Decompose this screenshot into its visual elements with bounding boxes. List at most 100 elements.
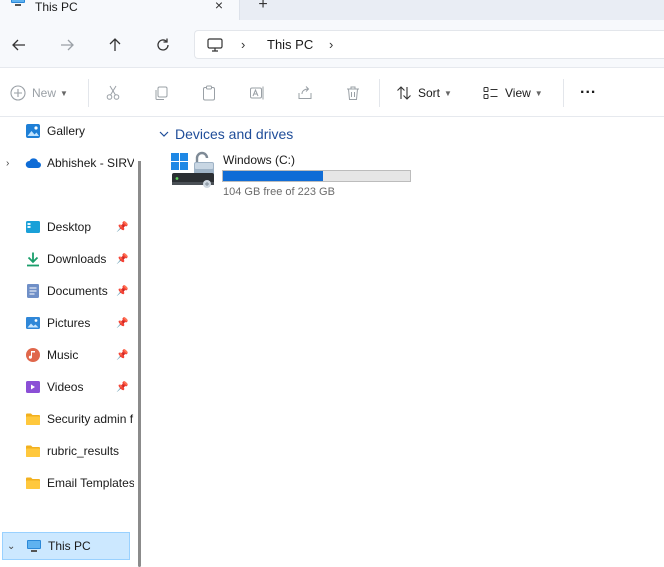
navigation-pane: Gallery › Abhishek - SIRV Desktop 📌 Down… bbox=[0, 117, 142, 567]
command-bar: New ▼ Sort ▼ View ▼ ... bbox=[0, 69, 664, 117]
sidebar-item-security-admin[interactable]: Security admin f bbox=[0, 405, 134, 433]
tab-title: This PC bbox=[35, 0, 78, 14]
close-tab-icon[interactable]: × bbox=[212, 0, 226, 12]
desktop-icon bbox=[25, 219, 41, 235]
sort-button[interactable]: Sort ▼ bbox=[396, 83, 452, 103]
documents-icon bbox=[25, 283, 41, 299]
folder-icon bbox=[25, 475, 41, 491]
copy-button[interactable] bbox=[153, 83, 169, 103]
drive-free-space: 104 GB free of 223 GB bbox=[223, 186, 335, 198]
pictures-icon bbox=[25, 315, 41, 331]
breadcrumb-chevron-icon[interactable]: › bbox=[329, 37, 333, 52]
this-pc-icon bbox=[11, 0, 25, 6]
refresh-icon bbox=[157, 38, 169, 51]
more-options-button[interactable]: ... bbox=[580, 79, 596, 99]
new-label: New bbox=[32, 86, 57, 100]
tab-this-pc[interactable]: This PC × bbox=[0, 0, 240, 20]
sort-icon bbox=[397, 86, 411, 100]
address-toolbar: › This PC › bbox=[0, 20, 664, 68]
drive-item-c[interactable]: Windows (C:) 104 GB free of 223 GB bbox=[170, 150, 420, 198]
share-button[interactable] bbox=[297, 83, 313, 103]
sidebar-item-label: Videos bbox=[47, 380, 84, 394]
chevron-down-icon: ▼ bbox=[444, 88, 452, 98]
sort-label: Sort bbox=[418, 86, 441, 100]
sidebar-item-this-pc[interactable]: ⌄ This PC bbox=[2, 532, 130, 560]
tab-strip: This PC × + bbox=[0, 0, 664, 20]
gallery-icon bbox=[25, 123, 41, 139]
sidebar-item-label: Email Templates bbox=[47, 476, 134, 490]
divider bbox=[88, 79, 89, 107]
chevron-down-icon: ▼ bbox=[60, 88, 68, 98]
divider bbox=[563, 79, 564, 107]
onedrive-cloud-icon bbox=[25, 155, 41, 171]
sidebar-item-label: Abhishek - SIRV bbox=[47, 156, 134, 170]
group-header-devices[interactable]: Devices and drives bbox=[158, 126, 293, 142]
downloads-icon bbox=[25, 251, 41, 267]
plus-circle-icon bbox=[10, 85, 26, 101]
new-button[interactable]: New ▼ bbox=[10, 83, 68, 103]
sidebar-item-gallery[interactable]: Gallery bbox=[0, 117, 134, 145]
address-bar[interactable]: › This PC › bbox=[194, 30, 664, 59]
sidebar-item-onedrive[interactable]: › Abhishek - SIRV bbox=[0, 149, 134, 177]
paste-button[interactable] bbox=[201, 83, 217, 103]
rename-icon bbox=[250, 86, 264, 100]
pin-icon[interactable]: 📌 bbox=[116, 382, 128, 393]
refresh-button[interactable] bbox=[152, 34, 174, 56]
view-list-icon bbox=[483, 87, 498, 99]
pin-icon[interactable]: 📌 bbox=[116, 222, 128, 233]
drive-usage-fill bbox=[223, 171, 323, 181]
sidebar-item-label: rubric_results bbox=[47, 444, 120, 458]
sidebar-scrollbar[interactable] bbox=[138, 117, 141, 567]
sidebar-item-label: Documents bbox=[47, 284, 108, 298]
pin-icon[interactable]: 📌 bbox=[116, 350, 128, 361]
clipboard-icon bbox=[203, 85, 215, 101]
divider bbox=[379, 79, 380, 107]
pin-icon[interactable]: 📌 bbox=[116, 286, 128, 297]
up-button[interactable] bbox=[104, 34, 126, 56]
rename-button[interactable] bbox=[249, 83, 265, 103]
forward-button[interactable] bbox=[56, 34, 78, 56]
view-button[interactable]: View ▼ bbox=[483, 83, 543, 103]
sidebar-item-label: Music bbox=[47, 348, 79, 362]
folder-icon bbox=[25, 443, 41, 459]
sidebar-item-desktop[interactable]: Desktop 📌 bbox=[0, 213, 134, 241]
chevron-down-icon[interactable]: ⌄ bbox=[7, 541, 15, 552]
file-explorer-window: This PC × + › This PC › New ▼ Sort ▼ Vie… bbox=[0, 0, 664, 567]
breadcrumb-this-pc[interactable]: This PC bbox=[267, 37, 313, 52]
back-button[interactable] bbox=[8, 34, 30, 56]
share-icon bbox=[298, 86, 312, 99]
scissors-icon bbox=[106, 85, 120, 100]
cut-button[interactable] bbox=[105, 83, 121, 103]
sidebar-item-videos[interactable]: Videos 📌 bbox=[0, 373, 134, 401]
breadcrumb-chevron-icon[interactable]: › bbox=[241, 37, 245, 52]
this-pc-icon bbox=[26, 538, 42, 554]
sidebar-item-label: This PC bbox=[48, 539, 91, 553]
chevron-down-icon: ▼ bbox=[534, 88, 543, 98]
monitor-icon bbox=[207, 38, 223, 52]
arrow-left-icon bbox=[12, 39, 25, 51]
delete-button[interactable] bbox=[345, 83, 361, 103]
folder-icon bbox=[25, 411, 41, 427]
group-title: Devices and drives bbox=[175, 126, 294, 142]
trash-icon bbox=[347, 86, 359, 100]
sidebar-item-label: Gallery bbox=[47, 124, 86, 138]
copy-icon bbox=[155, 86, 168, 100]
system-drive-icon bbox=[171, 151, 214, 188]
scrollbar-gap bbox=[136, 117, 142, 161]
sidebar-item-label: Downloads bbox=[47, 252, 107, 266]
drive-usage-bar bbox=[222, 170, 411, 182]
content-pane: Devices and drives Windows (C:) 104 GB f… bbox=[148, 117, 664, 567]
new-tab-icon[interactable]: + bbox=[254, 0, 272, 14]
sidebar-item-rubric-results[interactable]: rubric_results bbox=[0, 437, 134, 465]
drive-name: Windows (C:) bbox=[223, 153, 296, 167]
sidebar-item-pictures[interactable]: Pictures 📌 bbox=[0, 309, 134, 337]
sidebar-item-downloads[interactable]: Downloads 📌 bbox=[0, 245, 134, 273]
chevron-right-icon[interactable]: › bbox=[6, 158, 9, 169]
sidebar-item-email-templates[interactable]: Email Templates bbox=[0, 469, 134, 497]
sidebar-item-label: Desktop bbox=[47, 220, 92, 234]
view-label: View bbox=[505, 86, 531, 100]
pin-icon[interactable]: 📌 bbox=[116, 318, 128, 329]
sidebar-item-documents[interactable]: Documents 📌 bbox=[0, 277, 134, 305]
pin-icon[interactable]: 📌 bbox=[116, 254, 128, 265]
sidebar-item-music[interactable]: Music 📌 bbox=[0, 341, 134, 369]
